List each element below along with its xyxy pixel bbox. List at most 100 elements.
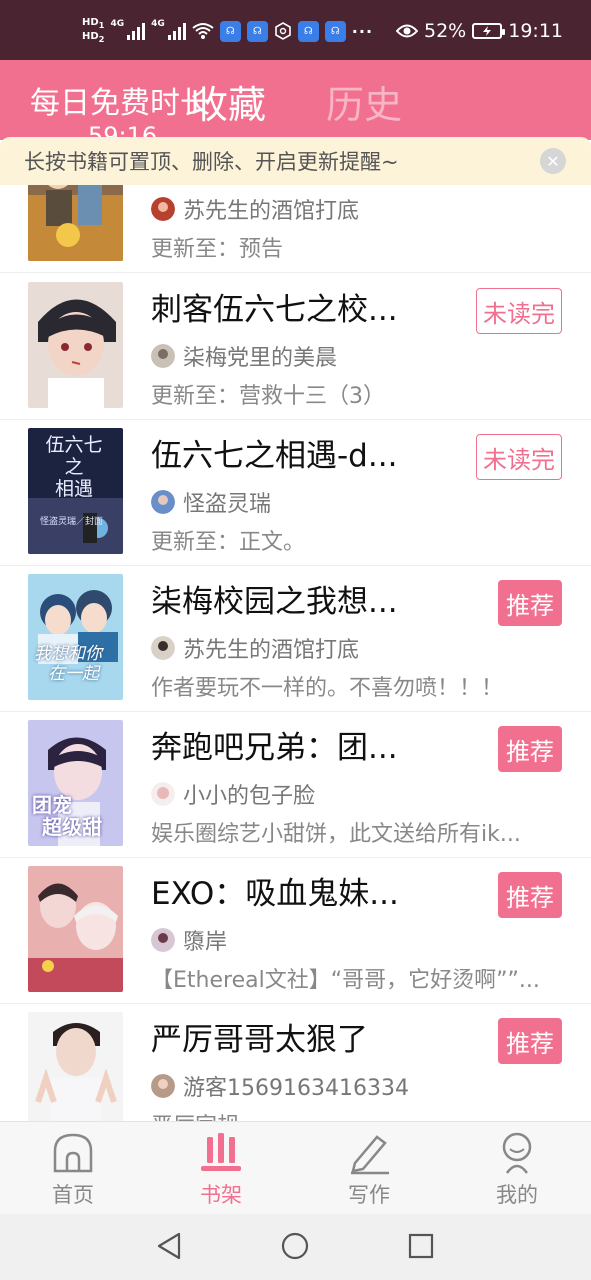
book-author: 游客1569163416334 xyxy=(183,1076,409,1101)
more-notifications-icon: ··· xyxy=(351,21,374,41)
bookshelf-icon xyxy=(201,1133,241,1171)
nav-write[interactable]: 写作 xyxy=(319,1122,419,1215)
back-icon[interactable] xyxy=(153,1230,185,1262)
book-author: 隳岸 xyxy=(183,930,228,955)
eye-comfort-icon xyxy=(396,24,418,38)
status-right: 52% 19:11 xyxy=(396,18,563,44)
hd1-label: HD xyxy=(82,17,99,28)
cover-art-image xyxy=(28,866,123,992)
hexagon-icon xyxy=(274,22,291,40)
cover-text: 团宠 xyxy=(32,793,72,817)
cover-title: 团宠 超级甜 xyxy=(32,794,102,838)
recommend-badge[interactable]: 推荐 xyxy=(498,580,562,626)
bookshelf-list[interactable]: 苏先生的酒馆打底 更新至：预告 刺客伍六七之校... 柒梅党里的美晨 更新至：营… xyxy=(0,185,591,1121)
book-title[interactable]: 伍六七之相遇-d... xyxy=(151,430,397,475)
tab-history[interactable]: 历史 xyxy=(326,74,402,129)
cover-title: 伍六七 之 相遇 xyxy=(42,434,106,500)
author-line: 隳岸 xyxy=(151,924,227,956)
avatar xyxy=(151,636,175,660)
profile-icon xyxy=(502,1132,532,1174)
charging-bolt-icon xyxy=(483,26,492,36)
app-notification-icon: ☊ xyxy=(219,20,241,42)
book-cover[interactable]: 我想和你 在一起 xyxy=(28,574,123,700)
book-title[interactable]: 严厉哥哥太狠了 xyxy=(151,1014,368,1059)
book-row[interactable]: 伍六七 之 相遇 怪盗灵瑞／封面 伍六七之相遇-d... 怪盗灵瑞 更新至：正文… xyxy=(0,420,591,566)
tip-text: 长按书籍可置顶、删除、开启更新提醒~ xyxy=(24,150,399,174)
book-cover[interactable] xyxy=(28,185,123,261)
cover-credit: 怪盗灵瑞／封面 xyxy=(40,517,104,527)
book-update: 更新至：正文。 xyxy=(151,530,306,555)
author-line: 游客1569163416334 xyxy=(151,1070,409,1102)
avatar xyxy=(151,928,175,952)
book-description: 严厉家规 xyxy=(151,1108,561,1121)
cover-title: 我想和你 在一起 xyxy=(34,644,102,684)
network-type-1: 4G xyxy=(110,19,125,29)
book-author: 小小的包子脸 xyxy=(183,784,316,809)
app-notification-icon: ☊ xyxy=(297,20,319,42)
nav-bookshelf[interactable]: 书架 xyxy=(171,1122,271,1215)
recents-icon[interactable] xyxy=(405,1230,437,1262)
book-title[interactable]: 刺客伍六七之校... xyxy=(151,284,398,329)
book-cover[interactable]: 团宠 超级甜 xyxy=(28,720,123,846)
bottom-nav: 首页 书架 写作 我的 xyxy=(0,1121,591,1214)
book-cover[interactable] xyxy=(28,282,123,408)
book-row[interactable]: 严厉哥哥太狠了 游客1569163416334 严厉家规 推荐 xyxy=(0,1004,591,1121)
tab-favorites[interactable]: 收藏 xyxy=(190,74,266,129)
book-row[interactable]: 苏先生的酒馆打底 更新至：预告 xyxy=(0,185,591,273)
book-title[interactable]: EXO：吸血鬼妹... xyxy=(151,868,399,913)
book-title[interactable]: 奔跑吧兄弟：团... xyxy=(151,722,398,767)
battery-icon xyxy=(472,23,506,39)
system-nav-bar xyxy=(0,1214,591,1280)
signal-icon-1 xyxy=(127,22,146,40)
home-circle-icon[interactable] xyxy=(279,1230,311,1262)
author-line: 苏先生的酒馆打底 xyxy=(151,193,359,225)
book-description: 【Ethereal文社】“哥哥，它好烫啊””... xyxy=(151,968,540,993)
avatar xyxy=(151,782,175,806)
cover-text: 之 xyxy=(64,456,84,478)
recommend-badge[interactable]: 推荐 xyxy=(498,872,562,918)
signal-icon-2 xyxy=(167,22,186,40)
book-update: 更新至：预告 xyxy=(151,237,284,262)
book-cover[interactable] xyxy=(28,1012,123,1121)
hd2-label: HD xyxy=(82,31,99,42)
book-author: 柒梅党里的美晨 xyxy=(183,346,338,371)
avatar xyxy=(151,490,175,514)
book-author: 苏先生的酒馆打底 xyxy=(183,638,360,663)
book-title[interactable]: 柒梅校园之我想... xyxy=(151,576,398,621)
cover-art-image xyxy=(28,185,123,261)
hd-indicator: HD1 HD2 xyxy=(82,17,104,45)
app-notification-icon: ☊ xyxy=(246,20,268,42)
book-cover[interactable] xyxy=(28,866,123,992)
book-row[interactable]: 刺客伍六七之校... 柒梅党里的美晨 更新至：营救十三（3） 未读完 xyxy=(0,274,591,420)
nav-home[interactable]: 首页 xyxy=(23,1122,123,1215)
free-time-label: 每日免费时长 xyxy=(30,86,210,121)
nav-profile[interactable]: 我的 xyxy=(467,1122,567,1215)
unread-badge[interactable]: 未读完 xyxy=(476,434,562,480)
network-type-2: 4G xyxy=(151,19,165,29)
clock: 19:11 xyxy=(508,20,563,42)
app-notification-icon: ☊ xyxy=(324,20,346,42)
cover-text: 超级甜 xyxy=(42,815,102,839)
battery-percent: 52% xyxy=(424,20,467,42)
book-cover[interactable]: 伍六七 之 相遇 怪盗灵瑞／封面 xyxy=(28,428,123,554)
book-update: 更新至：营救十三（3） xyxy=(151,384,385,409)
unread-badge[interactable]: 未读完 xyxy=(476,288,562,334)
author-line: 柒梅党里的美晨 xyxy=(151,340,337,372)
avatar xyxy=(151,1074,175,1098)
status-left: HD1 HD2 4G 4G ☊ ☊ ☊ ☊ ··· xyxy=(82,14,373,48)
app-root: HD1 HD2 4G 4G ☊ ☊ ☊ ☊ ··· 52% 19:11 每日免费… xyxy=(0,0,591,1280)
cover-art-image xyxy=(28,1012,123,1121)
avatar xyxy=(151,197,175,221)
author-line: 苏先生的酒馆打底 xyxy=(151,632,359,664)
avatar xyxy=(151,344,175,368)
book-author: 苏先生的酒馆打底 xyxy=(183,199,360,224)
close-icon[interactable]: ✕ xyxy=(540,148,566,174)
hd2-sub: 2 xyxy=(98,34,105,44)
cover-text: 相遇 xyxy=(54,478,93,500)
nav-label: 我的 xyxy=(496,1183,538,1207)
book-row[interactable]: 我想和你 在一起 柒梅校园之我想... 苏先生的酒馆打底 作者要玩不一样的。不喜… xyxy=(0,566,591,712)
book-row[interactable]: 团宠 超级甜 奔跑吧兄弟：团... 小小的包子脸 娱乐圈综艺小甜饼，此文送给所有… xyxy=(0,712,591,858)
recommend-badge[interactable]: 推荐 xyxy=(498,726,562,772)
recommend-badge[interactable]: 推荐 xyxy=(498,1018,562,1064)
book-row[interactable]: EXO：吸血鬼妹... 隳岸 【Ethereal文社】“哥哥，它好烫啊””...… xyxy=(0,858,591,1004)
